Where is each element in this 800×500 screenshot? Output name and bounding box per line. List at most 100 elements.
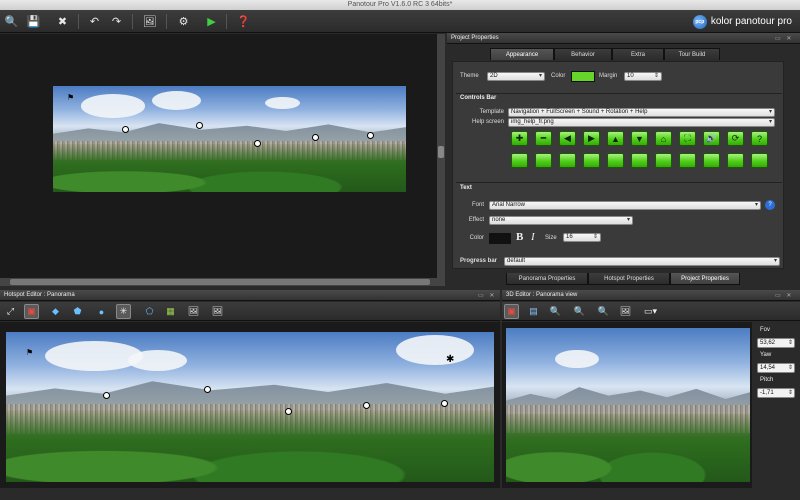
display-mode-icon[interactable]: ▭▾ [643,304,658,319]
hover-state-button[interactable] [583,153,600,168]
hover-state-button[interactable] [655,153,672,168]
size-input[interactable]: 16 [563,233,601,242]
fullscreen-button[interactable]: ⛶ [679,131,696,146]
template-select[interactable]: Navigation + FullScreen + Sound + Rotati… [508,108,775,117]
flag-icon[interactable]: ⚑ [67,93,74,102]
help-icon[interactable]: ❓ [235,13,252,30]
hotspot-marker[interactable] [196,122,203,129]
pan-up-button[interactable]: ▲ [607,131,624,146]
tour-view-panel: ⚑ [0,34,437,278]
zoom-out-button[interactable]: ━ [535,131,552,146]
hotspot-marker[interactable] [285,408,292,415]
add-panorama-icon[interactable]: 🖼 [141,13,158,30]
tab-appearance[interactable]: Appearance [490,48,554,60]
editor-panorama-image[interactable]: ⚑ ✱ [6,332,494,482]
add-link-hotspot-icon[interactable]: ⬠ [142,304,157,319]
dock-controls[interactable]: ▭ ✕ [775,35,793,42]
help-button[interactable]: ? [751,131,768,146]
3d-panorama-view[interactable] [506,328,750,482]
spot-marker-icon[interactable]: ✱ [446,354,454,365]
tab-behavior[interactable]: Behavior [554,48,612,60]
flag-icon[interactable]: ⚑ [26,348,33,357]
navigate-icon[interactable]: ⤢ [3,304,18,319]
select-icon[interactable]: ▣ [504,304,519,319]
fov-label: Fov [760,327,771,333]
add-media-icon[interactable]: 🖼 [210,304,225,319]
yaw-input[interactable]: 14,54 [757,363,795,373]
hover-state-button[interactable] [559,153,576,168]
tab-hotspot-properties[interactable]: Hotspot Properties [588,273,670,285]
font-info-icon[interactable]: ? [765,200,775,210]
zoom-in-button[interactable]: ✚ [511,131,528,146]
pitch-label: Pitch [760,377,774,383]
view-icon[interactable]: ▤ [526,304,541,319]
home-button[interactable]: ⌂ [655,131,672,146]
hover-state-button[interactable] [751,153,768,168]
hotspot-marker[interactable] [204,386,211,393]
zoom-out-icon[interactable]: 🔍 [572,304,587,319]
settings-icon[interactable]: ⚙ [175,13,192,30]
tour-search-icon[interactable]: 🔍 [3,13,20,30]
hotspot-toolbar: ⤢ ▣ ◆ ⬟ ● ✳ ⬠ ▦ 🖼 🖼 [0,302,500,321]
redo-icon[interactable]: ↷ [108,13,125,30]
horizontal-scrollbar[interactable] [0,278,445,286]
help-screen-select[interactable]: img_help_fr.png [508,118,775,127]
add-point-hotspot-icon[interactable]: ● [94,304,109,319]
hover-state-button[interactable] [607,153,624,168]
hover-state-button[interactable] [727,153,744,168]
pan-left-button[interactable]: ◀ [559,131,576,146]
hotspot-marker[interactable] [367,132,374,139]
pan-down-button[interactable]: ▼ [631,131,648,146]
delete-tour-icon[interactable]: ✖ [54,13,71,30]
hotspot-marker[interactable] [254,140,261,147]
tab-project-properties[interactable]: Project Properties [670,273,740,285]
hotspot-marker[interactable] [441,400,448,407]
undo-icon[interactable]: ↶ [86,13,103,30]
add-shape-hotspot-icon[interactable]: ⬟ [70,304,85,319]
tab-extra[interactable]: Extra [612,48,664,60]
save-icon[interactable]: 💾 [25,13,42,30]
effect-select[interactable]: none [489,216,633,225]
add-area-icon[interactable]: ▦ [163,304,178,319]
project-properties-header: Project Properties [447,33,800,44]
theme-color-swatch[interactable] [571,71,595,82]
bold-toggle[interactable]: B [516,231,523,243]
text-color-swatch[interactable] [489,233,511,244]
tour-panorama-image[interactable]: ⚑ [53,86,406,192]
tab-panorama-properties[interactable]: Panorama Properties [506,273,588,285]
pitch-input[interactable]: -1,71 [757,388,795,398]
zoom-in-icon[interactable]: 🔍 [548,304,563,319]
theme-select[interactable]: 2D [487,72,545,81]
progress-bar-select[interactable]: default [504,257,780,266]
sound-button[interactable]: 🔊 [703,131,720,146]
tab-tour-build[interactable]: Tour Build [664,48,720,60]
capture-view-icon[interactable]: 🖼 [618,304,633,319]
hotspot-marker[interactable] [103,392,110,399]
3d-editor-dock-controls[interactable]: ▭ ✕ [775,292,793,299]
hotspot-marker[interactable] [122,126,129,133]
hotspot-marker[interactable] [363,402,370,409]
add-polygon-hotspot-icon[interactable]: ◆ [48,304,63,319]
hotspot-editor-dock-controls[interactable]: ▭ ✕ [478,292,496,299]
main-toolbar: 🔍 💾 ✖ ↶ ↷ 🖼 ⚙ ▶ ❓ pcp kolor panotour pro [0,10,800,33]
hover-state-button[interactable] [631,153,648,168]
pan-right-button[interactable]: ▶ [583,131,600,146]
rotation-button[interactable]: ⟳ [727,131,744,146]
hover-state-button[interactable] [511,153,528,168]
add-spot-icon[interactable]: ✳ [116,304,131,319]
italic-toggle[interactable]: I [531,231,535,243]
add-image-icon[interactable]: 🖼 [186,304,201,319]
vertical-scrollbar[interactable] [437,34,445,278]
play-icon[interactable]: ▶ [203,13,220,30]
select-hotspot-icon[interactable]: ▣ [24,304,39,319]
hover-state-button[interactable] [703,153,720,168]
hotspot-marker[interactable] [312,134,319,141]
hover-state-button[interactable] [535,153,552,168]
fov-input[interactable]: 53,62 [757,338,795,348]
font-select[interactable]: Arial Narrow [489,201,761,210]
properties-bottom-tabs: Panorama Properties Hotspot Properties P… [506,273,740,285]
template-label: Template [479,109,504,115]
margin-input[interactable]: 10 [624,72,662,81]
zoom-fit-icon[interactable]: 🔍 [596,304,611,319]
hover-state-button[interactable] [679,153,696,168]
